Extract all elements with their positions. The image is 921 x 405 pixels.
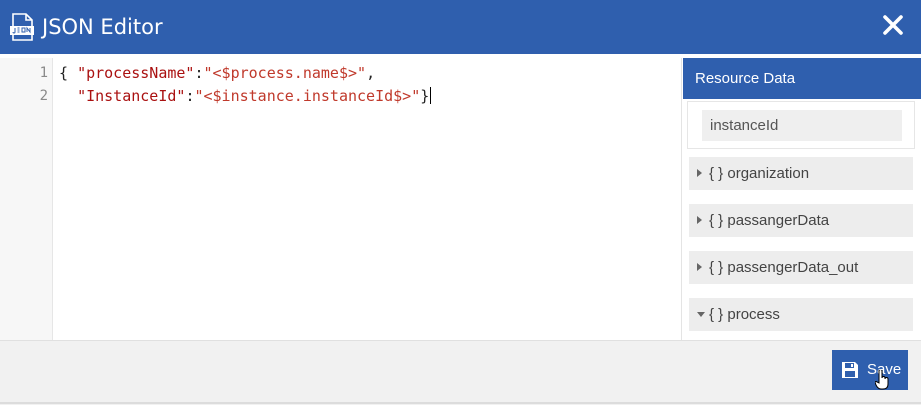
tree-item-passengerdata-out[interactable]: { } passengerData_out <box>689 251 913 284</box>
code-token: "<$instance.instanceId$>" <box>194 87 421 105</box>
caret-right-icon <box>697 169 702 177</box>
code-token: : <box>194 64 204 82</box>
code-line-2[interactable]: "InstanceId":"<$instance.instanceId$>"} <box>59 87 432 105</box>
tree-item-process[interactable]: { } process <box>689 298 913 331</box>
tree-item-label: { } passangerData <box>709 212 830 229</box>
resource-data-panel: Resource Data instanceId { } organizatio… <box>681 58 921 340</box>
code-token: "processName" <box>77 64 195 82</box>
line-number: 1 <box>39 65 48 81</box>
tree-item-label: { } organization <box>709 165 810 182</box>
instance-id-field[interactable]: instanceId <box>702 110 902 141</box>
dialog-footer: Save <box>0 340 921 405</box>
tree-item-passangerdata[interactable]: { } passangerData <box>689 204 913 237</box>
json-file-icon <box>10 13 34 41</box>
code-token: "<$process.name$>" <box>203 64 367 82</box>
line-number: 2 <box>39 88 48 104</box>
dialog-title: JSON Editor <box>42 15 163 39</box>
code-token: "InstanceId" <box>77 87 186 105</box>
tree-item-label: { } passengerData_out <box>709 259 859 276</box>
dialog-titlebar: JSON Editor <box>0 0 921 54</box>
caret-right-icon <box>697 263 702 271</box>
code-token: } <box>420 87 430 105</box>
panel-header: Resource Data <box>683 58 921 99</box>
text-cursor <box>430 87 432 104</box>
caret-right-icon <box>697 216 702 224</box>
line-number-gutter: 1 2 <box>0 58 53 340</box>
caret-down-icon <box>697 312 705 317</box>
code-token: , <box>366 64 376 82</box>
close-icon[interactable] <box>879 11 907 39</box>
floppy-disk-icon <box>842 362 858 378</box>
tree-item-organization[interactable]: { } organization <box>689 157 913 190</box>
json-code-editor[interactable]: 1 2 { "processName":"<$process.name$>", … <box>0 58 681 340</box>
code-line-1[interactable]: { "processName":"<$process.name$>", <box>59 64 375 82</box>
hand-pointer-icon <box>875 370 889 390</box>
tree-item-label: { } process <box>709 306 780 323</box>
code-token: { <box>59 64 78 82</box>
save-button[interactable]: Save <box>832 350 908 390</box>
